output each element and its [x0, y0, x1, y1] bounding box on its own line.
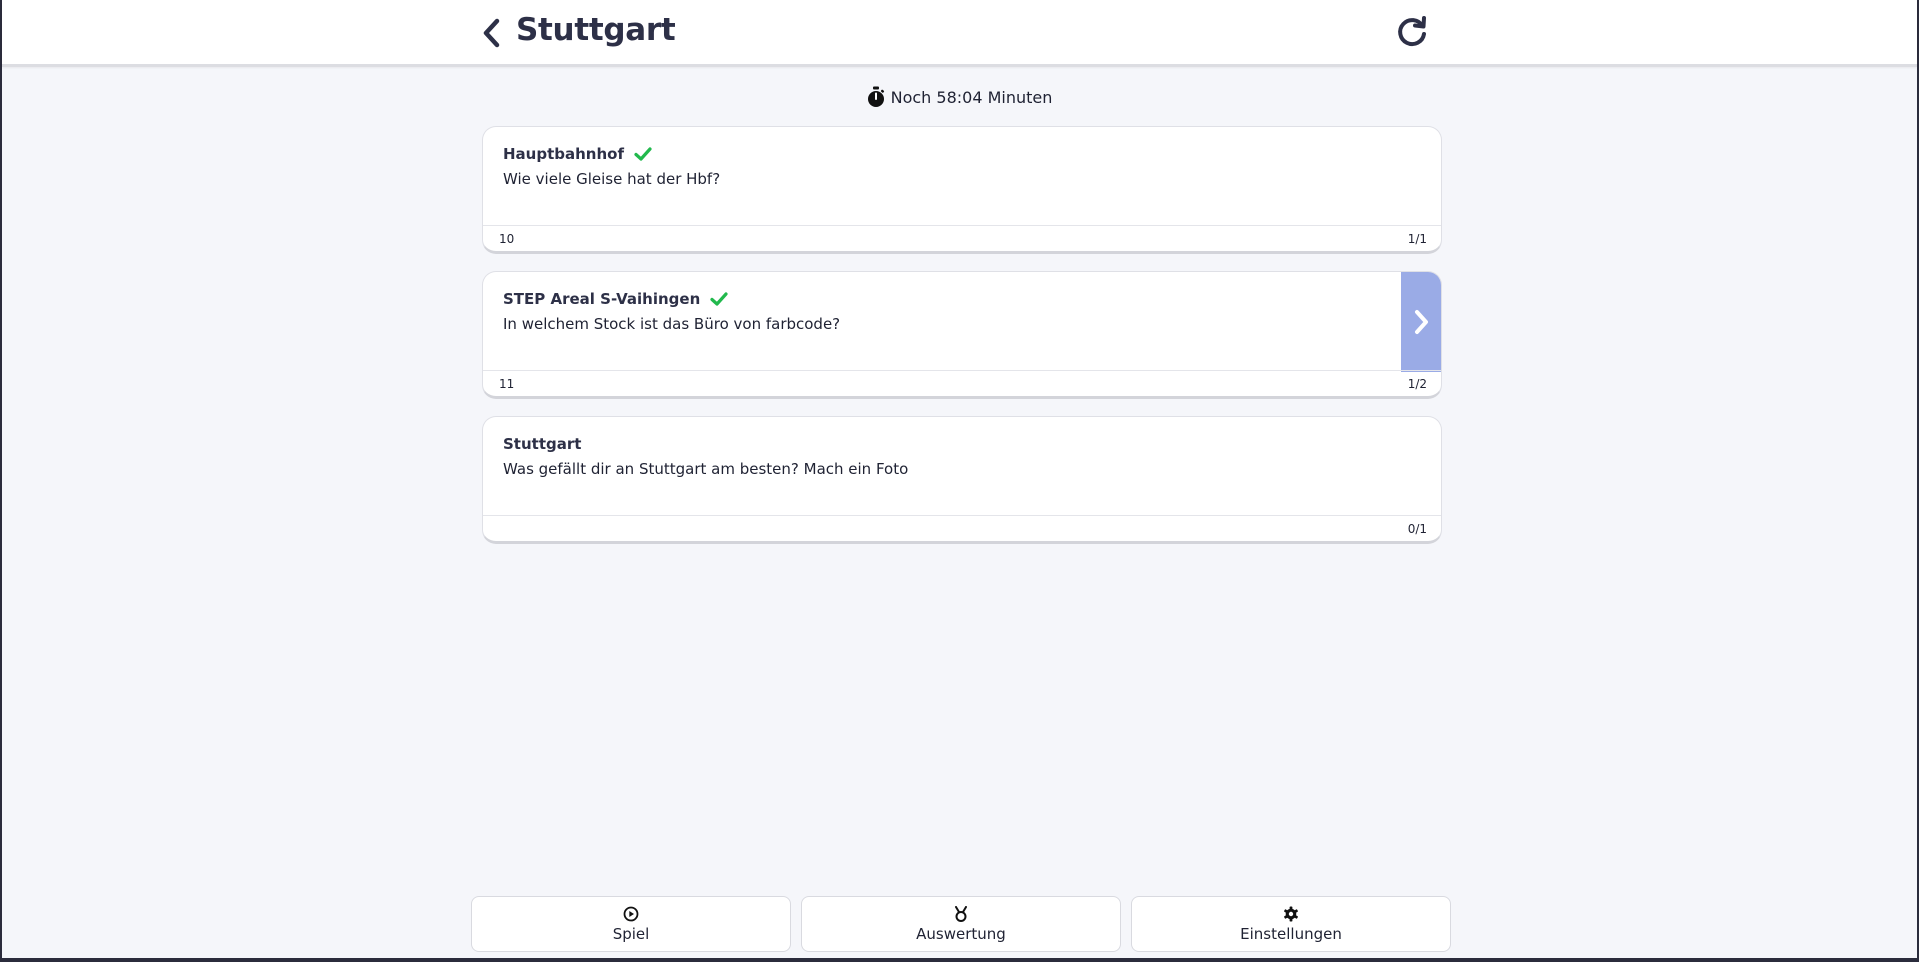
nav-label: Spiel [612, 924, 650, 943]
card-progress: 1/1 [1407, 232, 1427, 246]
app-frame: Stuttgart Noch 58:04 Minuten Hauptbahnho… [0, 0, 1919, 962]
stopwatch-icon [867, 86, 885, 108]
nav-spiel-button[interactable]: Spiel [471, 896, 791, 952]
card-footer: 11 1/2 [483, 370, 1441, 396]
card-footer: 10 1/1 [483, 225, 1441, 251]
card-title-row: Hauptbahnhof [503, 145, 652, 163]
medal-icon [953, 905, 969, 922]
card-points: 10 [499, 232, 515, 246]
timer: Noch 58:04 Minuten [2, 86, 1917, 108]
play-circle-icon [623, 906, 639, 922]
refresh-icon [1395, 15, 1429, 49]
card-title-row: STEP Areal S-Vaihingen [503, 290, 728, 308]
task-card[interactable]: Stuttgart Was gefällt dir an Stuttgart a… [482, 416, 1442, 544]
task-card[interactable]: STEP Areal S-Vaihingen In welchem Stock … [482, 271, 1442, 399]
card-progress: 0/1 [1407, 522, 1427, 536]
card-title-row: Stuttgart [503, 435, 581, 453]
nav-label: Einstellungen [1240, 924, 1342, 943]
refresh-button[interactable] [1394, 14, 1430, 50]
nav-label: Auswertung [916, 924, 1006, 943]
card-footer: 0/1 [483, 515, 1441, 541]
card-title: Hauptbahnhof [503, 145, 624, 163]
task-card[interactable]: Hauptbahnhof Wie viele Gleise hat der Hb… [482, 126, 1442, 254]
check-icon [634, 146, 652, 162]
chevron-right-icon [1412, 308, 1430, 336]
bottom-nav: Spiel Auswertung Einstellungen [2, 896, 1917, 953]
card-question: Wie viele Gleise hat der Hbf? [503, 170, 721, 188]
card-title: STEP Areal S-Vaihingen [503, 290, 701, 308]
page-title: Stuttgart [516, 12, 676, 48]
chevron-left-icon [482, 18, 502, 48]
nav-einstellungen-button[interactable]: Einstellungen [1131, 896, 1451, 952]
card-progress: 1/2 [1407, 377, 1427, 391]
card-points: 11 [499, 377, 515, 391]
gear-icon [1283, 906, 1299, 922]
card-title: Stuttgart [503, 435, 582, 453]
card-question: In welchem Stock ist das Büro von farbco… [503, 315, 841, 333]
check-icon [710, 291, 728, 307]
back-button[interactable] [478, 16, 506, 50]
top-header: Stuttgart [2, 0, 1917, 67]
timer-text: Noch 58:04 Minuten [890, 87, 1053, 107]
card-question: Was gefällt dir an Stuttgart am besten? … [503, 460, 909, 478]
nav-auswertung-button[interactable]: Auswertung [801, 896, 1121, 952]
next-button[interactable] [1401, 272, 1441, 372]
